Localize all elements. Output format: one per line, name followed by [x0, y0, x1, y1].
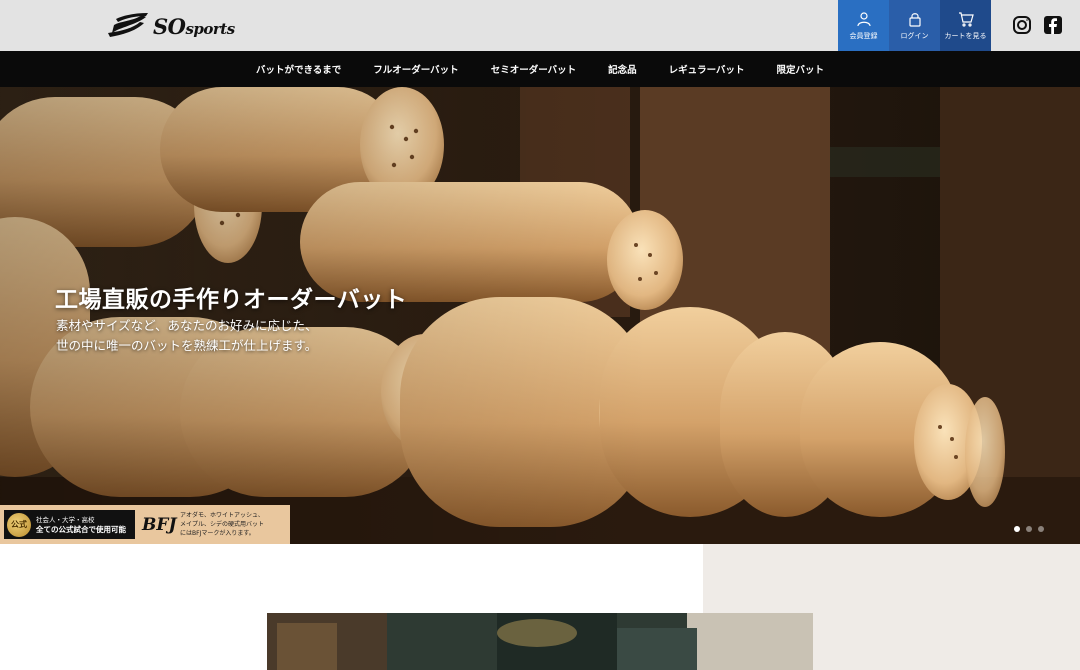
workshop-image	[267, 613, 813, 670]
slider-dot-2[interactable]	[1026, 526, 1032, 532]
nav-item-limited[interactable]: 限定バット	[761, 62, 841, 76]
official-use-badge: 公式 社会人・大学・高校 全ての公式試合で使用可能	[4, 510, 135, 539]
top-bar: SOsports 会員登録 ログイン カートを見る	[0, 0, 1080, 51]
cart-label: カートを見る	[944, 31, 987, 40]
official-use-line2: 全ての公式試合で使用可能	[36, 524, 126, 534]
cart-button[interactable]: カートを見る	[940, 0, 991, 51]
hero-subtitle-line1: 素材やサイズなど、あなたのお好みに応じた、	[56, 318, 318, 333]
nav-item-regular[interactable]: レギュラーバット	[653, 62, 761, 76]
login-label: ログイン	[900, 31, 929, 40]
nav-item-semi-order[interactable]: セミオーダーバット	[475, 62, 592, 76]
hero-slider: 工場直販の手作りオーダーバット 素材やサイズなど、あなたのお好みに応じた、 世の…	[0, 87, 1080, 544]
nav-item-full-order[interactable]: フルオーダーバット	[357, 62, 474, 76]
official-use-text: 社会人・大学・高校 全ての公式試合で使用可能	[36, 515, 126, 535]
hero-subtitle-line2: 世の中に唯一のバットを熟練工が仕上げます。	[56, 338, 318, 353]
brand-logo[interactable]: SOsports	[106, 10, 246, 42]
instagram-icon[interactable]	[1012, 15, 1032, 35]
nav-item-souvenir[interactable]: 記念品	[592, 62, 653, 76]
bfj-text: アオダモ、ホワイトアッシュ、 メイプル、シデの硬式用バット にはBFJマークが入…	[180, 511, 264, 538]
facebook-icon[interactable]	[1043, 15, 1063, 35]
slider-dot-3[interactable]	[1038, 526, 1044, 532]
bfj-line3: にはBFJマークが入ります。	[180, 530, 255, 537]
hero-subtitle: 素材やサイズなど、あなたのお好みに応じた、 世の中に唯一のバットを熟練工が仕上げ…	[56, 316, 318, 356]
official-use-line1: 社会人・大学・高校	[36, 515, 95, 524]
main-nav: バットができるまで フルオーダーバット セミオーダーバット 記念品 レギュラーバ…	[0, 51, 1080, 87]
bfj-line1: アオダモ、ホワイトアッシュ、	[180, 512, 264, 519]
user-icon	[856, 11, 871, 26]
bfj-logo: BFJ	[142, 514, 177, 535]
workshop-photo	[267, 613, 813, 670]
hero-title: 工場直販の手作りオーダーバット	[55, 286, 408, 313]
cart-icon	[958, 11, 974, 27]
login-button[interactable]: ログイン	[889, 0, 940, 51]
lock-icon	[908, 12, 921, 27]
nav-item-making[interactable]: バットができるまで	[240, 62, 357, 76]
official-badge-banner: 公式 社会人・大学・高校 全ての公式試合で使用可能 BFJ アオダモ、ホワイトア…	[0, 505, 290, 544]
slider-dots	[1014, 526, 1044, 532]
register-button[interactable]: 会員登録	[838, 0, 889, 51]
logo-text: SOsports	[153, 13, 235, 39]
bfj-line2: メイプル、シデの硬式用バット	[180, 521, 265, 528]
slider-dot-1[interactable]	[1014, 526, 1020, 532]
medal-icon: 公式	[7, 512, 31, 537]
logo-mark-icon	[108, 13, 148, 37]
register-label: 会員登録	[849, 31, 878, 40]
